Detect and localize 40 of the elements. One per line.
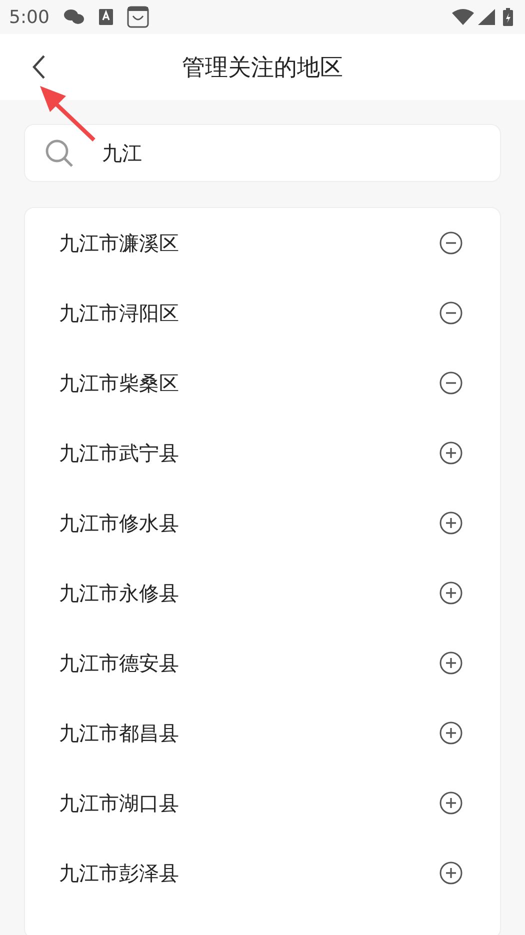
plus-circle-icon [439,581,463,605]
wifi-icon [452,9,474,25]
minus-circle-icon [439,301,463,325]
battery-icon [503,8,513,26]
region-name: 九江市浔阳区 [59,300,180,326]
plus-circle-icon [439,721,463,745]
page-title: 管理关注的地区 [182,54,343,82]
unfollow-button[interactable] [439,231,463,255]
follow-button[interactable] [439,581,463,605]
plus-circle-icon [439,441,463,465]
region-name: 九江市修水县 [59,510,180,536]
plus-circle-icon [439,861,463,885]
minus-circle-icon [439,231,463,255]
search-field[interactable]: 九江 [24,124,501,182]
follow-button[interactable] [439,861,463,885]
unfollow-button[interactable] [439,301,463,325]
region-name: 九江市都昌县 [59,720,180,746]
region-name: 九江市彭泽县 [59,860,180,886]
plus-circle-icon [439,511,463,535]
plus-circle-icon [439,651,463,675]
signal-icon [478,9,495,25]
region-name: 九江市武宁县 [59,440,180,466]
follow-button[interactable] [439,441,463,465]
follow-button[interactable] [439,791,463,815]
region-name: 九江市德安县 [59,650,180,676]
shopping-bag-icon [127,6,150,28]
unfollow-button[interactable] [439,371,463,395]
follow-button[interactable] [439,721,463,745]
minus-circle-icon [439,371,463,395]
region-name: 九江市濂溪区 [59,230,180,256]
status-time: 5:00 [9,6,50,28]
plus-circle-icon [439,791,463,815]
follow-button[interactable] [439,511,463,535]
region-name: 九江市柴桑区 [59,370,180,396]
app-notification-icon [99,9,114,25]
region-name: 九江市湖口县 [59,790,180,816]
follow-button[interactable] [439,651,463,675]
chat-app-icon [63,8,86,26]
region-name: 九江市永修县 [59,580,180,606]
back-icon [32,54,46,80]
